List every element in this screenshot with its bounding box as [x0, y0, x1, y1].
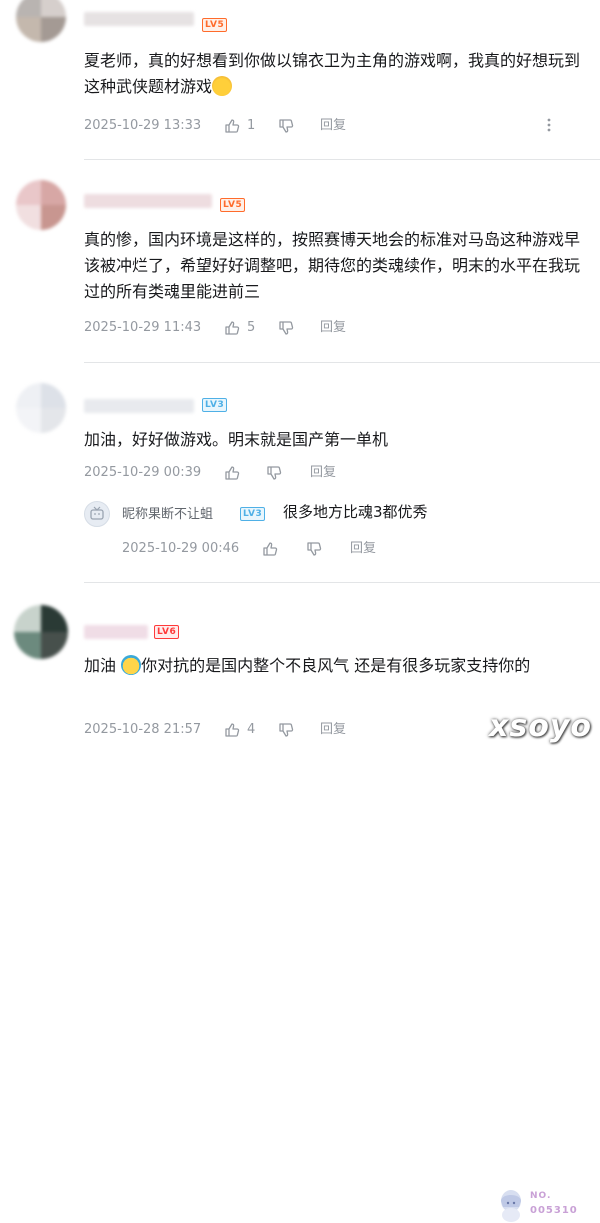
- comment-text: 加油 你对抗的是国内整个不良风气 还是有很多玩家支持你的: [84, 655, 531, 675]
- thumb-up-icon[interactable]: [262, 541, 278, 557]
- thumb-down-icon[interactable]: [278, 722, 294, 738]
- level-badge: LV3: [202, 398, 228, 412]
- thumb-down-icon[interactable]: [278, 320, 294, 336]
- badge-no: NO.: [530, 1191, 552, 1201]
- reply-button[interactable]: 回复: [320, 116, 346, 136]
- comment-date: 2025-10-28 21:57: [84, 722, 202, 737]
- reply-meta: 2025-10-29 00:46 回复: [122, 539, 522, 559]
- thumb-up-icon[interactable]: [224, 320, 240, 336]
- reply-button[interactable]: 回复: [310, 463, 336, 483]
- tv-icon: [90, 506, 104, 520]
- reply-button[interactable]: 回复: [320, 318, 346, 338]
- level-badge: LV5: [220, 198, 246, 212]
- emoji-icon: [121, 655, 142, 675]
- comment-2: LV5 真的惨，国内环境是这样的，按照赛博天地会的标准对马岛这种游戏早该被冲烂了…: [0, 160, 600, 358]
- thumb-up-icon[interactable]: [224, 118, 240, 134]
- comment-1: LV5 夏老师，真的好想看到你做以锦衣卫为主角的游戏啊，我真的好想玩到这种武侠题…: [0, 0, 600, 166]
- like-count: 5: [247, 320, 256, 335]
- level-badge: LV5: [202, 18, 228, 32]
- like-count: 4: [247, 722, 256, 737]
- sub-reply: 昵称果断不让蛆 LV3 很多地方比魂3都优秀 2025-10-29 00:46 …: [84, 501, 584, 561]
- comment-meta: 2025-10-29 00:39 回复: [84, 463, 574, 483]
- avatar[interactable]: [16, 383, 66, 433]
- thumb-down-icon[interactable]: [306, 541, 322, 557]
- comment-text: 真的惨，国内环境是这样的，按照赛博天地会的标准对马岛这种游戏早该被冲烂了，希望好…: [84, 230, 581, 301]
- comment-3: LV3 加油，好好做游戏。明末就是国产第一单机 2025-10-29 00:39…: [0, 363, 600, 583]
- reply-text: 很多地方比魂3都优秀: [283, 503, 428, 521]
- anime-avatar-icon: [501, 1190, 521, 1222]
- more-icon[interactable]: [542, 118, 556, 132]
- watermark: xsoyo: [489, 709, 592, 744]
- level-badge: LV6: [154, 625, 180, 639]
- avatar[interactable]: [16, 180, 66, 230]
- thumb-down-icon[interactable]: [266, 465, 282, 481]
- like-count: 1: [247, 118, 256, 133]
- comment-date: 2025-10-29 00:39: [84, 465, 202, 480]
- comment-text: 夏老师，真的好想看到你做以锦衣卫为主角的游戏啊，我真的好想玩到这种武侠题材游戏: [84, 51, 581, 96]
- avatar[interactable]: [14, 605, 68, 659]
- level-badge: LV3: [240, 507, 266, 521]
- thumb-up-icon[interactable]: [224, 722, 240, 738]
- username[interactable]: [84, 399, 194, 413]
- username[interactable]: [84, 194, 212, 208]
- thumb-down-icon[interactable]: [278, 118, 294, 134]
- reply-username[interactable]: 昵称果断不让蛆: [122, 503, 213, 522]
- reply-button[interactable]: 回复: [320, 720, 346, 740]
- comment-text: 加油，好好做游戏。明末就是国产第一单机: [84, 430, 389, 449]
- avatar[interactable]: [16, 0, 66, 42]
- badge-number: 005310: [530, 1205, 578, 1216]
- fan-badge: NO. 005310: [496, 1187, 590, 1223]
- comment-meta: 2025-10-29 11:43 5 回复: [84, 318, 574, 338]
- reply-button[interactable]: 回复: [350, 539, 376, 559]
- username[interactable]: [84, 12, 194, 26]
- thumb-up-icon[interactable]: [224, 465, 240, 481]
- reply-date: 2025-10-29 00:46: [122, 541, 240, 556]
- comment-date: 2025-10-29 11:43: [84, 320, 202, 335]
- comment-date: 2025-10-29 13:33: [84, 118, 202, 133]
- emoji-icon: [212, 76, 233, 96]
- comment-meta: 2025-10-29 13:33 1 回复: [84, 116, 574, 136]
- avatar[interactable]: [84, 501, 110, 527]
- username[interactable]: [84, 625, 148, 639]
